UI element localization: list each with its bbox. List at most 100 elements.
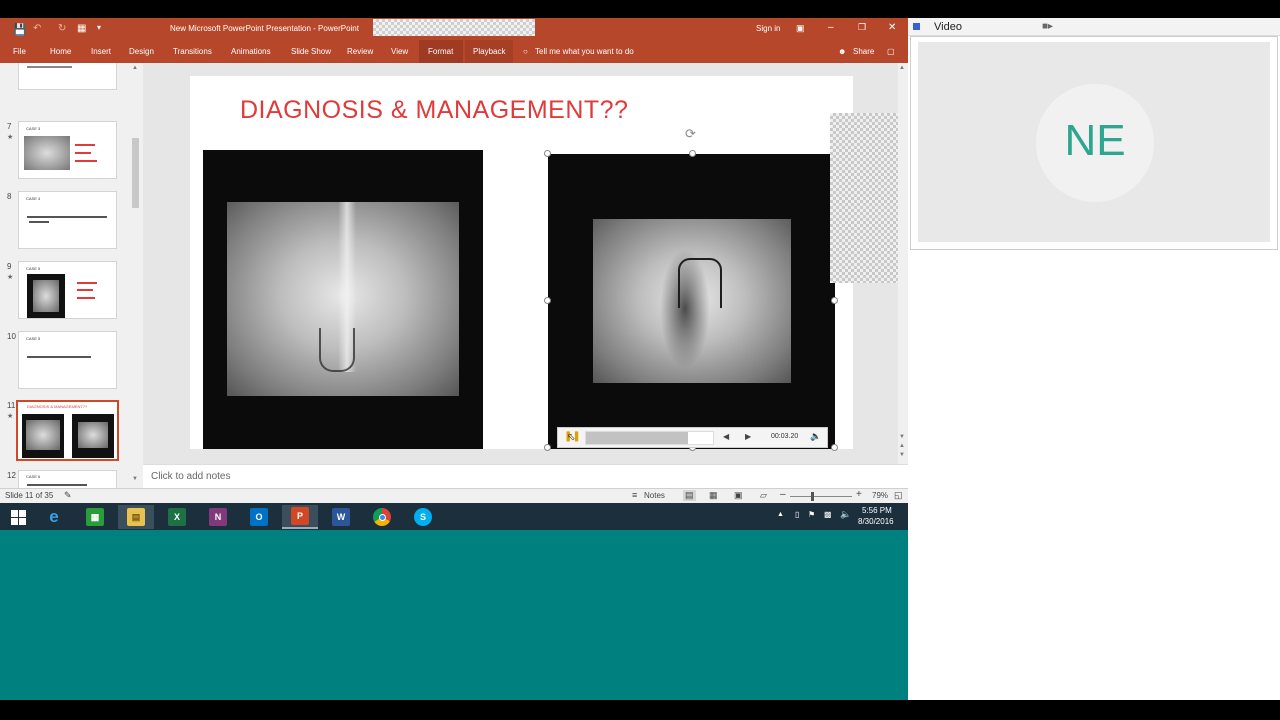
zoom-out-icon[interactable]: – xyxy=(780,489,786,500)
skip-forward-icon[interactable]: ▶ xyxy=(745,432,751,441)
ribbon-display-icon[interactable]: ▣ xyxy=(796,23,805,34)
redo-icon[interactable]: ↻ xyxy=(58,23,66,34)
zoom-level[interactable]: 79% xyxy=(872,491,888,500)
normal-view-icon[interactable]: ▤ xyxy=(683,490,696,501)
slide-canvas[interactable]: DIAGNOSIS & MANAGEMENT?? ⟳ ❚❚ ◀ ▶ 00:03.… xyxy=(190,76,853,451)
resize-handle[interactable] xyxy=(831,297,838,304)
thumbnail-slide-7[interactable]: CASE 3 xyxy=(18,121,117,179)
resize-handle[interactable] xyxy=(831,444,838,451)
scroll-up-icon[interactable]: ▲ xyxy=(132,65,138,71)
rotate-handle-icon[interactable]: ⟳ xyxy=(685,126,696,142)
tab-format[interactable]: Format xyxy=(428,47,453,56)
next-slide-icon[interactable]: ▼ xyxy=(899,452,905,458)
thumbnail-number: 10 xyxy=(7,332,16,341)
tab-file[interactable]: File xyxy=(13,47,26,56)
media-controls: ❚❚ ◀ ▶ 00:03.20 🔈 xyxy=(557,427,828,448)
skype-icon[interactable]: S xyxy=(405,505,441,529)
reading-view-icon[interactable]: ▣ xyxy=(734,490,743,501)
battery-icon[interactable]: ▯ xyxy=(795,510,799,519)
fit-to-window-icon[interactable]: ◱ xyxy=(894,490,903,501)
thumbnail-slide-11-selected[interactable]: DIAGNOSIS & MANAGEMENT?? xyxy=(16,400,119,461)
start-button[interactable] xyxy=(0,505,36,529)
onenote-icon[interactable]: N xyxy=(200,505,236,529)
sign-in-link[interactable]: Sign in xyxy=(756,24,780,33)
notes-toggle-button[interactable]: Notes xyxy=(644,491,665,500)
chrome-icon[interactable] xyxy=(364,505,400,529)
customize-qat-icon[interactable]: ▾ xyxy=(97,23,101,32)
store-icon[interactable]: ▦ xyxy=(77,505,113,529)
video-tile[interactable]: NE xyxy=(918,42,1270,242)
network-icon[interactable]: ▩ xyxy=(824,510,832,519)
thumbnail-slide-8[interactable]: CASE 4 xyxy=(18,191,117,249)
tab-animations[interactable]: Animations xyxy=(231,47,271,56)
powerpoint-icon[interactable]: P xyxy=(282,505,318,529)
tell-me-box[interactable]: Tell me what you want to do xyxy=(535,47,634,56)
left-xray-image[interactable] xyxy=(203,150,483,449)
resize-handle[interactable] xyxy=(544,297,551,304)
clock-date[interactable]: 8/30/2016 xyxy=(858,517,894,526)
windows-taskbar: e ▦ ▤ X N O P W S ▲ ▯ ⚑ ▩ 🔈 5:56 PM 8/30… xyxy=(0,503,908,530)
save-icon[interactable]: 💾 xyxy=(13,23,27,36)
ie-icon[interactable]: e xyxy=(36,505,72,529)
restore-icon[interactable]: ❐ xyxy=(858,22,866,33)
thumbnail-6-partial[interactable] xyxy=(18,63,117,90)
undo-icon[interactable]: ↶ xyxy=(33,23,41,34)
slide-sorter-icon[interactable]: ▦ xyxy=(709,490,718,501)
thumbnail-heading: CASE 3 xyxy=(26,126,41,131)
scroll-down-icon[interactable]: ▼ xyxy=(899,434,905,440)
comments-icon[interactable]: ▢ xyxy=(887,47,895,56)
ribbon-tabs: File Home Insert Design Transitions Anim… xyxy=(0,40,908,63)
tab-playback[interactable]: Playback xyxy=(473,47,505,56)
volume-tray-icon[interactable]: 🔈 xyxy=(840,509,851,520)
start-from-beginning-icon[interactable]: ▦ xyxy=(77,23,86,34)
media-timeline[interactable] xyxy=(585,431,714,445)
resize-handle[interactable] xyxy=(544,150,551,157)
thumbnail-slide-9[interactable]: CASE 5 xyxy=(18,261,117,319)
mouse-cursor-icon: ⬁ xyxy=(567,432,576,443)
editor-scrollbar[interactable]: ▲ ▼ ▲ ▼ xyxy=(898,63,908,464)
tab-review[interactable]: Review xyxy=(347,47,373,56)
resize-handle[interactable] xyxy=(689,150,696,157)
scroll-down-icon[interactable]: ▼ xyxy=(132,476,138,482)
thumbnail-scrollbar[interactable]: ▲ ▼ xyxy=(131,63,141,488)
right-xray-video[interactable] xyxy=(548,154,835,449)
close-icon[interactable]: ✕ xyxy=(888,22,896,33)
scrollbar-thumb[interactable] xyxy=(132,138,139,208)
zoom-in-icon[interactable]: + xyxy=(856,489,862,500)
video-panel-header: Video ■▸ xyxy=(908,18,1280,36)
skip-back-icon[interactable]: ◀ xyxy=(723,432,729,441)
resize-handle[interactable] xyxy=(544,444,551,451)
slide-title[interactable]: DIAGNOSIS & MANAGEMENT?? xyxy=(240,96,628,125)
zoom-slider-thumb[interactable] xyxy=(811,492,814,501)
notes-placeholder[interactable]: Click to add notes xyxy=(151,471,231,482)
tab-design[interactable]: Design xyxy=(129,47,154,56)
tab-home[interactable]: Home xyxy=(50,47,71,56)
outlook-icon[interactable]: O xyxy=(241,505,277,529)
word-icon[interactable]: W xyxy=(323,505,359,529)
zoom-slider[interactable] xyxy=(790,496,852,497)
scroll-up-icon[interactable]: ▲ xyxy=(899,65,905,71)
share-button[interactable]: Share xyxy=(853,47,874,56)
thumbnail-slide-12[interactable]: CASE 6 xyxy=(18,470,117,488)
explorer-icon[interactable]: ▤ xyxy=(118,505,154,529)
tab-transitions[interactable]: Transitions xyxy=(173,47,212,56)
slideshow-view-icon[interactable]: ▱ xyxy=(760,490,767,501)
tab-insert[interactable]: Insert xyxy=(91,47,111,56)
thumbnail-slide-10[interactable]: CASE 5 xyxy=(18,331,117,389)
tab-view[interactable]: View xyxy=(391,47,408,56)
window-title: New Microsoft PowerPoint Presentation - … xyxy=(170,24,359,33)
excel-icon[interactable]: X xyxy=(159,505,195,529)
clock-time[interactable]: 5:56 PM xyxy=(862,506,892,515)
tab-slide-show[interactable]: Slide Show xyxy=(291,47,331,56)
show-hidden-icons-icon[interactable]: ▲ xyxy=(777,511,784,518)
notes-icon[interactable]: ≡ xyxy=(632,490,637,500)
action-flag-icon[interactable]: ⚑ xyxy=(808,510,815,519)
camera-icon[interactable]: ■▸ xyxy=(1042,21,1053,32)
minimize-icon[interactable]: – xyxy=(828,22,834,33)
spell-check-icon[interactable]: ✎ xyxy=(64,490,72,501)
volume-icon[interactable]: 🔈 xyxy=(810,431,821,442)
video-window-icon xyxy=(913,23,920,30)
previous-slide-icon[interactable]: ▲ xyxy=(899,443,905,449)
title-bar: 💾 ↶ ↻ ▦ ▾ New Microsoft PowerPoint Prese… xyxy=(0,18,908,40)
notes-pane[interactable]: Click to add notes xyxy=(143,464,908,488)
